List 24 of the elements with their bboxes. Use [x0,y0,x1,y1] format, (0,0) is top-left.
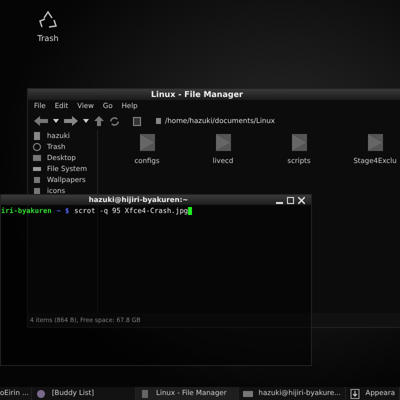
file-icon[interactable] [292,134,306,151]
window-title: Linux - File Manager [151,88,243,100]
caret-icon[interactable] [83,119,89,123]
caret-icon[interactable] [53,119,59,123]
icon-label[interactable]: Trash [37,33,59,45]
forward-arrow-icon[interactable] [64,116,78,126]
close-icon[interactable] [298,196,305,204]
chat-icon [36,388,46,398]
desktop-icon [32,153,42,163]
maximize-icon[interactable] [287,196,294,204]
download-icon [350,388,360,398]
file-icon[interactable] [368,134,382,151]
reload-icon[interactable] [109,116,120,126]
file-icon[interactable] [216,134,230,151]
drive-icon [32,164,42,174]
recycle-icon[interactable] [37,10,59,30]
folder-icon [156,118,161,124]
terminal-icon [242,388,253,398]
file-icon[interactable] [140,134,154,151]
cursor [188,207,192,216]
up-arrow-icon[interactable] [94,116,104,126]
back-arrow-icon[interactable] [34,116,48,126]
folder-icon [140,388,150,398]
trash-icon [32,142,42,152]
